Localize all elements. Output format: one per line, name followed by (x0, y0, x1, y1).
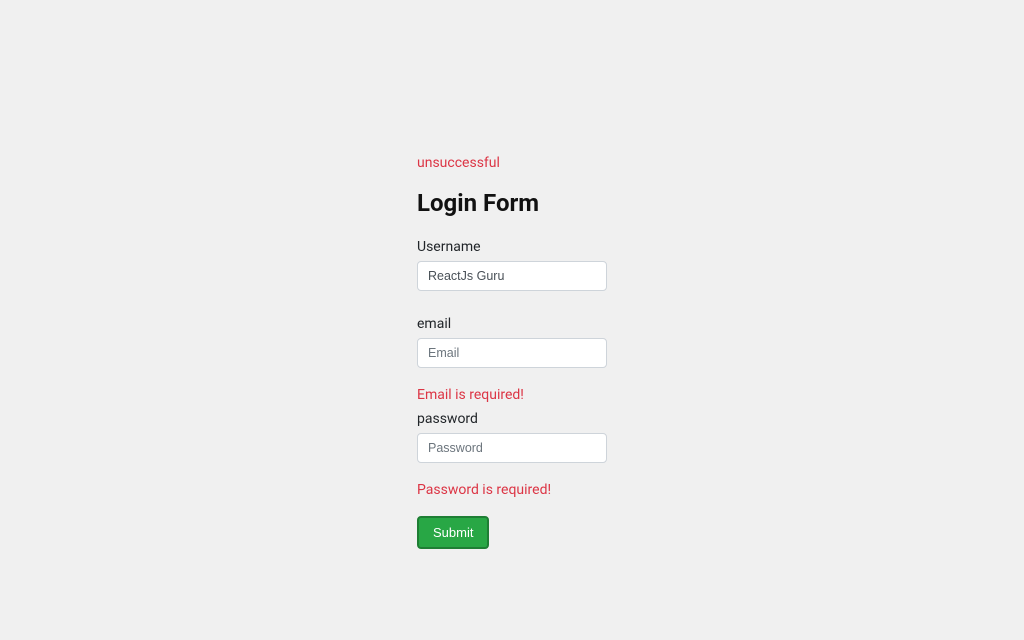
password-label: password (417, 411, 607, 427)
email-error: Email is required! (417, 387, 607, 403)
username-input[interactable] (417, 261, 607, 291)
password-error: Password is required! (417, 482, 607, 498)
email-group: email (417, 316, 607, 368)
status-message: unsuccessful (417, 155, 607, 171)
password-input[interactable] (417, 433, 607, 463)
form-title: Login Form (417, 189, 607, 217)
email-label: email (417, 316, 607, 332)
username-group: Username (417, 239, 607, 291)
email-input[interactable] (417, 338, 607, 368)
username-label: Username (417, 239, 607, 255)
password-group: password (417, 411, 607, 463)
submit-button[interactable]: Submit (417, 516, 489, 549)
login-form-container: unsuccessful Login Form Username email E… (417, 0, 607, 549)
